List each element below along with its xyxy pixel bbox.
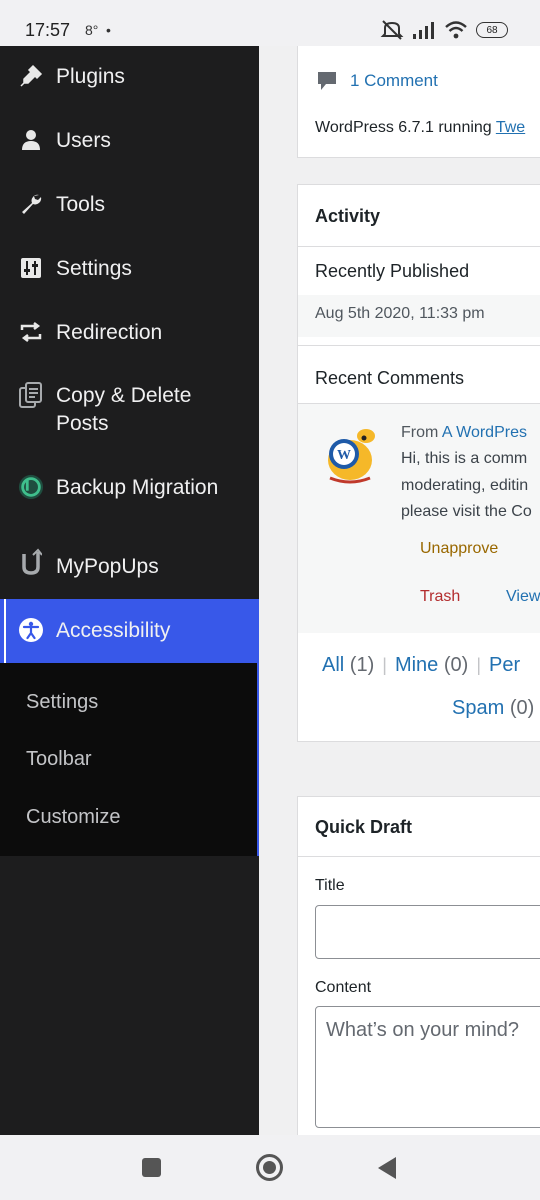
title-label: Title — [315, 877, 345, 894]
published-date: Aug 5th 2020, 11:33 pm — [315, 305, 485, 322]
submenu-item-settings[interactable]: Settings — [26, 691, 98, 714]
theme-link[interactable]: Twe — [496, 119, 525, 136]
wp-version-text: WordPress 6.7.1 running Twe — [315, 119, 526, 136]
comment-excerpt-line: please visit the Co — [401, 503, 532, 520]
system-nav-bar — [0, 1135, 540, 1200]
quick-draft-card: Quick Draft Title Content What’s on your… — [297, 796, 540, 1135]
divider — [298, 345, 540, 346]
notification-dot: • — [106, 22, 111, 38]
filter-separator: | — [382, 655, 387, 675]
filter-spam-count: (0) — [509, 697, 535, 719]
comment-author-link[interactable]: A WordPres — [442, 424, 527, 441]
dashboard-content: 1 Comment WordPress 6.7.1 running Twe Ac… — [297, 0, 540, 1135]
sidebar-item-copy-delete-posts[interactable]: Copy & Delete Posts — [0, 365, 259, 455]
comment-excerpt-line: Hi, this is a comm — [401, 450, 528, 467]
recent-apps-button[interactable] — [142, 1158, 161, 1177]
sidebar-item-tools[interactable]: Tools — [0, 173, 259, 237]
content-placeholder: What’s on your mind? — [326, 1019, 520, 1041]
accessibility-icon — [18, 617, 44, 643]
mute-icon — [380, 20, 404, 40]
activity-title: Activity — [315, 206, 381, 226]
active-indicator — [4, 599, 6, 663]
wifi-icon — [445, 21, 467, 39]
plugin-icon — [18, 63, 44, 89]
filter-mine[interactable]: Mine — [395, 654, 438, 676]
sidebar-item-mypopups[interactable]: MyPopUps — [0, 521, 259, 599]
filter-separator: | — [476, 655, 481, 675]
back-button[interactable] — [378, 1157, 396, 1179]
sidebar-item-settings[interactable]: Settings — [0, 237, 259, 301]
filter-all-count: (1) — [349, 654, 375, 676]
settings-sliders-icon — [18, 255, 44, 281]
mypopups-icon — [18, 548, 44, 575]
sidebar-item-plugins[interactable]: Plugins — [0, 46, 259, 108]
recent-comments-heading: Recent Comments — [315, 368, 465, 388]
filter-mine-count: (0) — [443, 654, 469, 676]
backup-migration-icon — [18, 474, 44, 500]
home-button[interactable] — [256, 1154, 283, 1181]
comment-from: From A WordPres — [401, 424, 527, 441]
activity-card: Activity Recently Published Aug 5th 2020… — [297, 184, 540, 742]
title-input[interactable] — [315, 905, 540, 959]
view-link[interactable]: View — [506, 588, 540, 606]
sidebar-item-redirection[interactable]: Redirection — [0, 301, 259, 365]
submenu-item-customize[interactable]: Customize — [26, 806, 120, 829]
content-textarea[interactable]: What’s on your mind? — [315, 1006, 540, 1128]
sidebar-item-accessibility[interactable]: Accessibility — [0, 599, 259, 663]
comment-item: W From A WordPres Hi, this is a comm mod… — [298, 403, 540, 633]
status-bar: 17:57 8° • 68 — [0, 0, 540, 46]
sidebar-item-users[interactable]: Users — [0, 109, 259, 173]
trash-link[interactable]: Trash — [420, 588, 460, 606]
svg-text:W: W — [337, 448, 351, 463]
submenu-item-toolbar[interactable]: Toolbar — [26, 748, 92, 771]
wapuu-avatar: W — [328, 429, 375, 484]
battery-icon: 68 — [476, 22, 508, 38]
temperature: 8° — [85, 22, 99, 38]
admin-sidebar: Plugins Users Tools Settings Redirection… — [0, 46, 259, 1135]
content-label: Content — [315, 979, 372, 996]
comment-filters: All (1) | Mine (0) | Per — [322, 654, 520, 677]
recently-published-heading: Recently Published — [315, 261, 470, 281]
accessibility-submenu: Settings Toolbar Customize — [0, 663, 259, 856]
copy-delete-icon — [18, 382, 44, 409]
quick-draft-header[interactable]: Quick Draft — [298, 797, 540, 857]
submenu-edge — [257, 663, 259, 856]
filter-pending[interactable]: Per — [489, 654, 520, 676]
filter-all[interactable]: All — [322, 654, 344, 676]
unapprove-link[interactable]: Unapprove — [420, 540, 498, 558]
comment-bubble-icon — [318, 72, 336, 90]
comment-excerpt-line: moderating, editin — [401, 477, 529, 494]
redirect-arrows-icon — [18, 319, 44, 345]
clock: 17:57 — [25, 20, 71, 40]
quick-draft-title: Quick Draft — [315, 817, 413, 837]
wrench-icon — [18, 191, 44, 217]
sidebar-item-backup-migration[interactable]: Backup Migration — [0, 455, 259, 521]
comment-count-row[interactable]: 1 Comment — [316, 70, 438, 92]
user-icon — [18, 127, 44, 153]
comment-count-link[interactable]: 1 Comment — [350, 71, 438, 91]
comment-filters-row2: Spam (0) — [452, 697, 534, 720]
published-item: Aug 5th 2020, 11:33 pm — [298, 295, 540, 337]
filter-spam[interactable]: Spam — [452, 697, 504, 719]
status-icons: 68 — [380, 18, 508, 42]
signal-icon — [413, 22, 434, 39]
activity-header[interactable]: Activity — [298, 185, 540, 247]
at-a-glance-card: 1 Comment WordPress 6.7.1 running Twe — [297, 30, 540, 158]
